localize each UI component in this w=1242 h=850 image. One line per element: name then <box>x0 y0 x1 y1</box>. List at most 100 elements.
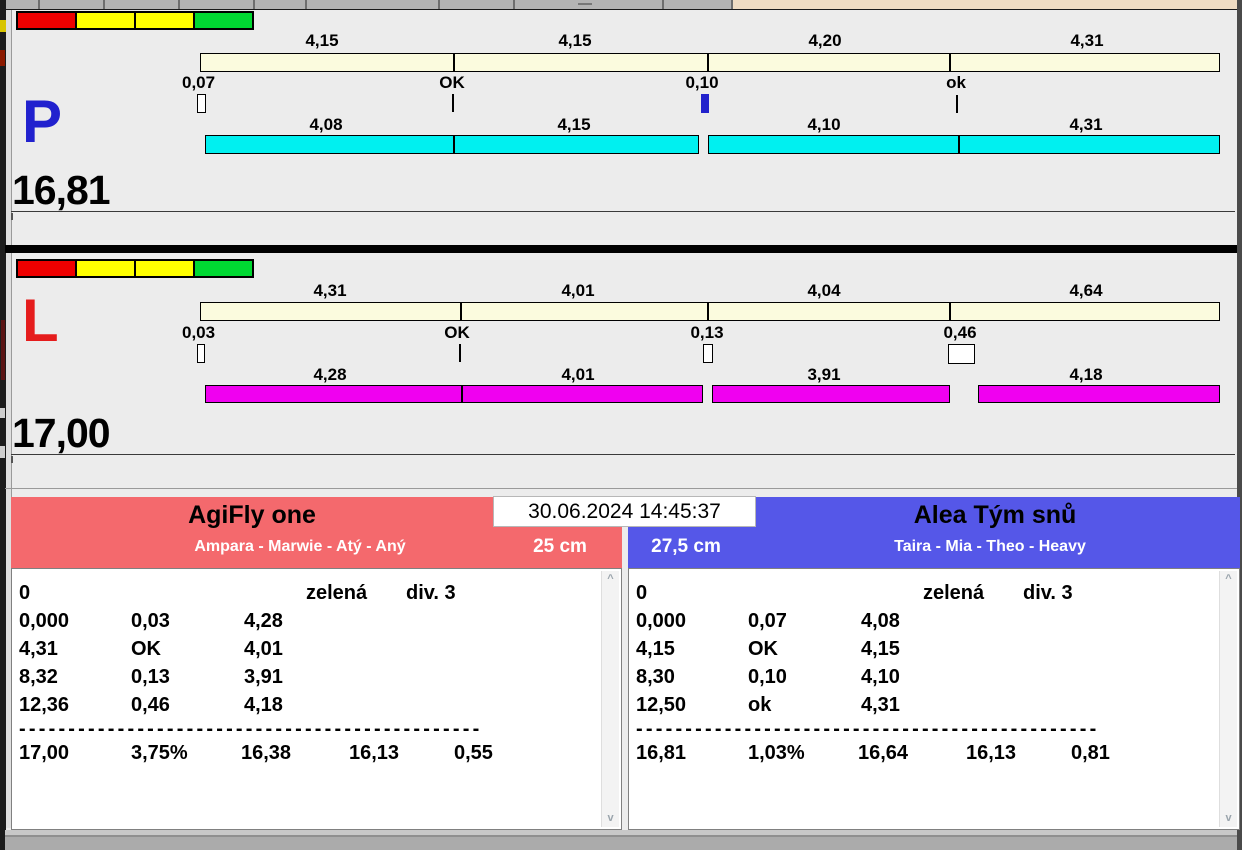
run-bar-l <box>205 385 703 403</box>
table-cell: 0,07 <box>748 610 787 632</box>
split-time-label: 0,13 <box>690 323 724 342</box>
segment-divider <box>453 53 455 72</box>
scroll-up-arrow[interactable]: ^ <box>602 574 619 585</box>
table-cell: div. 3 <box>1023 582 1073 604</box>
table-cell: 12,50 <box>636 694 687 716</box>
lane-panel-l: 4,31 4,01 4,04 4,64 0,03 OK 0,13 0,46 4,… <box>0 253 1242 488</box>
table-cell: 0,13 <box>131 666 170 688</box>
strip-tick <box>103 0 105 9</box>
scrollbar-right-table[interactable]: ^ v <box>1219 571 1237 827</box>
exchange-marker-white-box <box>197 344 205 363</box>
exchange-marker-blue-box <box>701 94 709 113</box>
flyball-timing-window: 4,15 4,15 4,20 4,31 0,07 OK 0,10 ok 4,08… <box>0 0 1242 850</box>
panel-separator-line <box>11 211 1235 212</box>
run-segment-label: 4,08 <box>309 115 343 134</box>
ref-segment-label: 4,64 <box>1069 281 1103 300</box>
table-total-cell: 16,38 <box>241 742 292 764</box>
ref-segment-label: 4,01 <box>561 281 595 300</box>
table-cell: 0,000 <box>19 610 70 632</box>
table-cell: zelená <box>923 582 985 604</box>
exchange-marker-white-box-wide <box>948 344 975 364</box>
lane-divider-bar <box>5 245 1237 253</box>
split-time-label: 0,10 <box>685 73 719 92</box>
strip-tick <box>513 0 515 9</box>
table-cell: 0 <box>636 582 648 604</box>
segment-divider <box>461 385 463 403</box>
run-segment-label: 4,28 <box>313 365 347 384</box>
scroll-down-arrow[interactable]: v <box>602 813 619 824</box>
traffic-light-swatches-l <box>16 259 254 278</box>
swatch-yellow <box>75 259 136 278</box>
run-bar-p <box>205 135 699 154</box>
table-total-cell: 0,81 <box>1071 742 1110 764</box>
datetime-box: 30.06.2024 14:45:37 <box>493 496 756 527</box>
table-cell: 0 <box>19 582 31 604</box>
table-cell: 4,10 <box>861 666 900 688</box>
scrollbar-left-table[interactable]: ^ v <box>601 571 619 827</box>
swatch-green <box>193 259 254 278</box>
table-cell: OK <box>748 638 778 660</box>
lane-panel-p: 4,15 4,15 4,20 4,31 0,07 OK 0,10 ok 4,08… <box>0 9 1242 245</box>
swatch-red <box>16 11 77 30</box>
split-time-label: OK <box>439 73 465 92</box>
segment-divider <box>949 302 951 321</box>
lane-letter-l: L <box>22 287 59 354</box>
segment-divider <box>707 302 709 321</box>
panel-separator-line <box>11 454 1235 455</box>
split-time-label: 0,07 <box>182 73 216 92</box>
run-segment-label: 4,01 <box>561 365 595 384</box>
table-total-cell: 1,03% <box>748 742 805 764</box>
strip-tick <box>662 0 664 9</box>
scroll-down-arrow[interactable]: v <box>1220 813 1237 824</box>
table-cell: zelená <box>306 582 368 604</box>
lane-letter-p: P <box>22 88 63 155</box>
swatch-yellow <box>75 11 136 30</box>
panel-l-bottom-border <box>5 488 1237 489</box>
run-segment-label: 4,15 <box>557 115 591 134</box>
table-total-cell: 0,55 <box>454 742 493 764</box>
ref-segment-label: 4,31 <box>313 281 347 300</box>
table-cell: 8,32 <box>19 666 58 688</box>
table-cell: OK <box>131 638 161 660</box>
table-cell: 0,03 <box>131 610 170 632</box>
table-total-cell: 16,13 <box>966 742 1017 764</box>
table-cell: 4,18 <box>244 694 283 716</box>
run-segment-label: 4,31 <box>1069 115 1103 134</box>
run-bar-p <box>708 135 1220 154</box>
run-segment-label: 4,18 <box>1069 365 1103 384</box>
jump-height-left: 25 cm <box>533 536 587 557</box>
segment-divider <box>707 53 709 72</box>
jump-height-right: 27,5 cm <box>651 536 721 557</box>
bottom-window-strip <box>5 837 1237 850</box>
exchange-marker-tick <box>459 344 461 362</box>
table-cell: 3,91 <box>244 666 283 688</box>
run-segment-label: 4,10 <box>807 115 841 134</box>
strip-dash <box>578 3 592 5</box>
split-time-label: ok <box>946 73 966 92</box>
swatch-green <box>193 11 254 30</box>
table-cell: 0,10 <box>748 666 787 688</box>
results-table-right[interactable]: 0 zelená div. 3 0,000 0,07 4,08 4,15 OK … <box>628 568 1240 830</box>
segment-divider <box>453 135 455 154</box>
ref-segment-label: 4,31 <box>1070 31 1104 50</box>
table-total-cell: 16,81 <box>636 742 687 764</box>
strip-tick <box>253 0 255 9</box>
run-bar-l <box>712 385 950 403</box>
swatch-yellow <box>134 259 195 278</box>
segment-divider <box>958 135 960 154</box>
team-name-right: Alea Tým snů <box>913 501 1077 529</box>
run-segment-label: 3,91 <box>807 365 841 384</box>
table-cell: 4,08 <box>861 610 900 632</box>
table-cell: 4,15 <box>636 638 675 660</box>
ref-segment-label: 4,04 <box>807 281 841 300</box>
swatch-yellow <box>134 11 195 30</box>
table-total-cell: 3,75% <box>131 742 188 764</box>
separator-notch <box>11 213 13 220</box>
table-cell: 8,30 <box>636 666 675 688</box>
strip-tick <box>178 0 180 9</box>
split-time-label: OK <box>444 323 470 342</box>
strip-tick <box>38 0 40 9</box>
results-table-left[interactable]: 0 zelená div. 3 0,000 0,03 4,28 4,31 OK … <box>11 568 622 830</box>
scroll-up-arrow[interactable]: ^ <box>1220 574 1237 585</box>
table-cell: 12,36 <box>19 694 70 716</box>
